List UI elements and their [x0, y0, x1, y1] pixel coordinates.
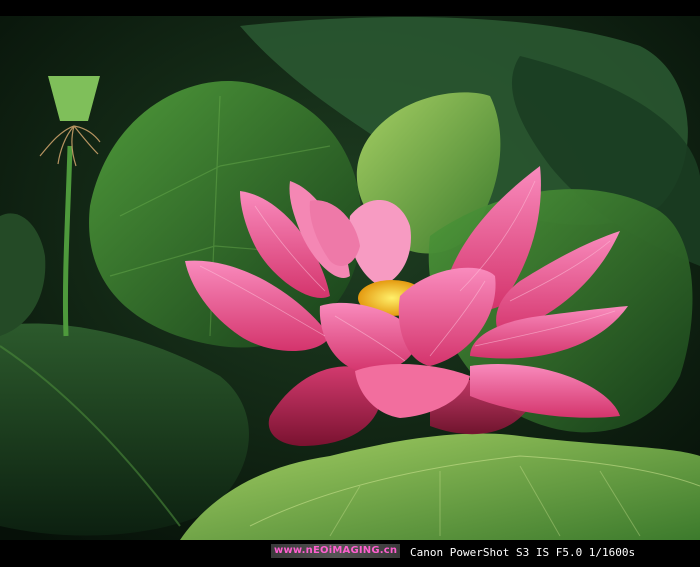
camera-info: Canon PowerShot S3 IS F5.0 1/1600s [410, 546, 636, 559]
watermark-text: www.nEOiMAGING.cn [274, 545, 398, 556]
watermark-logo: www.nEOiMAGING.cn [271, 544, 401, 558]
lotus-illustration [0, 16, 700, 540]
lotus-photo [0, 16, 700, 540]
photo-frame: www.nEOiMAGING.cn Canon PowerShot S3 IS … [0, 0, 700, 567]
